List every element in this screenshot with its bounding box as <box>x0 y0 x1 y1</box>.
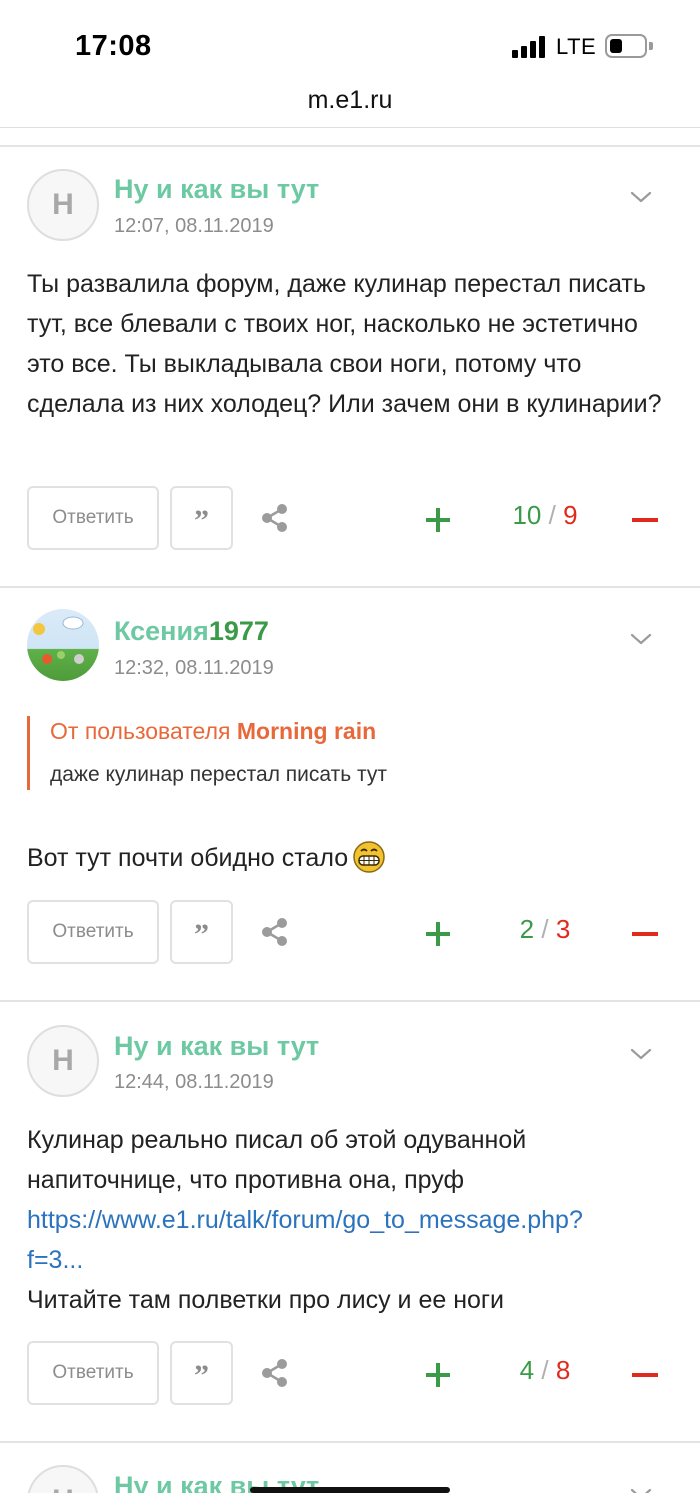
address-bar[interactable]: m.e1.ru <box>0 80 700 128</box>
post-divider <box>0 586 700 588</box>
post-text: Вот тут почти обидно стало <box>27 838 677 878</box>
post-divider <box>0 1441 700 1443</box>
quoted-message: От пользователя Morning rain даже кулина… <box>27 716 667 790</box>
avatar[interactable]: Н <box>27 1025 99 1097</box>
post-text-line: Читайте там полветки про лису и ее ноги <box>27 1286 504 1314</box>
score-minus: 9 <box>563 500 578 530</box>
grin-emoji-icon <box>353 841 385 873</box>
post-text-content: Вот тут почти обидно стало <box>27 844 349 872</box>
plus-icon[interactable] <box>422 918 454 950</box>
rating-score: 4 / 8 <box>470 1355 620 1386</box>
score-minus: 8 <box>555 1355 571 1385</box>
network-label: LTE <box>556 34 597 59</box>
post-text-line: напиточнице, что противна она, пруф <box>27 1166 465 1194</box>
avatar-letter: Н <box>29 1467 97 1493</box>
score-plus: 10 <box>512 500 542 530</box>
battery-icon <box>605 34 647 58</box>
quote-prefix: От пользователя <box>50 718 231 744</box>
avatar[interactable] <box>27 609 99 681</box>
home-indicator[interactable] <box>250 1487 450 1493</box>
reply-button[interactable]: Ответить <box>27 1341 159 1405</box>
author-name-text[interactable]: Ксения <box>114 616 209 646</box>
share-icon[interactable] <box>258 501 292 535</box>
minus-icon[interactable] <box>632 518 658 522</box>
post-link[interactable]: https://www.e1.ru/talk/forum/go_to_messa… <box>27 1200 677 1240</box>
score-plus: 2 <box>519 914 535 944</box>
post-link[interactable]: f=3... <box>27 1240 677 1280</box>
score-separator: / <box>541 1355 549 1385</box>
minus-icon[interactable] <box>632 932 658 936</box>
post-text-line: Кулинар реально писал об этой одуванной <box>27 1126 527 1154</box>
quote-button[interactable]: ” <box>170 1341 233 1405</box>
post-date: 12:32, 08.11.2019 <box>114 657 274 679</box>
chevron-down-icon[interactable] <box>630 1043 652 1065</box>
avatar[interactable]: Н <box>27 169 99 241</box>
chevron-down-icon[interactable] <box>630 628 652 650</box>
quote-button[interactable]: ” <box>170 486 233 550</box>
post-text: Ты развалила форум, даже кулинар переста… <box>27 270 662 418</box>
chevron-down-icon[interactable] <box>630 186 652 208</box>
avatar-letter: Н <box>52 1044 74 1077</box>
post-date: 12:44, 08.11.2019 <box>114 1071 274 1093</box>
score-plus: 4 <box>519 1355 535 1385</box>
post-date: 12:07, 08.11.2019 <box>114 215 274 237</box>
author-name[interactable]: Ну и как вы тут <box>114 1031 319 1062</box>
quote-username[interactable]: Morning rain <box>237 718 376 744</box>
author-name[interactable]: Ксения1977 <box>114 616 269 647</box>
top-divider <box>0 145 700 147</box>
rating-score: 2 / 3 <box>470 914 620 945</box>
battery-tip <box>649 42 653 50</box>
score-minus: 3 <box>555 914 571 944</box>
post-text: Кулинар реально писал об этой одуванной … <box>27 1120 677 1320</box>
minus-icon[interactable] <box>632 1373 658 1377</box>
avatar[interactable]: Н <box>27 1465 99 1493</box>
plus-icon[interactable] <box>422 504 454 536</box>
plus-icon[interactable] <box>422 1359 454 1391</box>
score-separator: / <box>548 500 556 530</box>
signal-icon <box>512 36 548 58</box>
reply-button[interactable]: Ответить <box>27 900 159 964</box>
score-separator: / <box>541 914 549 944</box>
share-icon[interactable] <box>258 915 292 949</box>
author-name[interactable]: Ну и как вы тут <box>114 174 319 205</box>
quote-header: От пользователя Morning rain <box>50 716 667 746</box>
post-divider <box>0 1000 700 1002</box>
quote-text: даже кулинар перестал писать тут <box>50 763 387 786</box>
status-time: 17:08 <box>75 30 152 62</box>
author-name-suffix[interactable]: 1977 <box>209 616 269 646</box>
url-text[interactable]: m.e1.ru <box>0 86 700 115</box>
quote-button[interactable]: ” <box>170 900 233 964</box>
share-icon[interactable] <box>258 1356 292 1390</box>
chevron-down-icon[interactable] <box>630 1483 652 1493</box>
reply-button[interactable]: Ответить <box>27 486 159 550</box>
avatar-image <box>33 616 84 664</box>
rating-score: 10 / 9 <box>470 500 620 531</box>
status-bar: 17:08 LTE <box>0 0 700 80</box>
avatar-letter: Н <box>52 188 74 221</box>
